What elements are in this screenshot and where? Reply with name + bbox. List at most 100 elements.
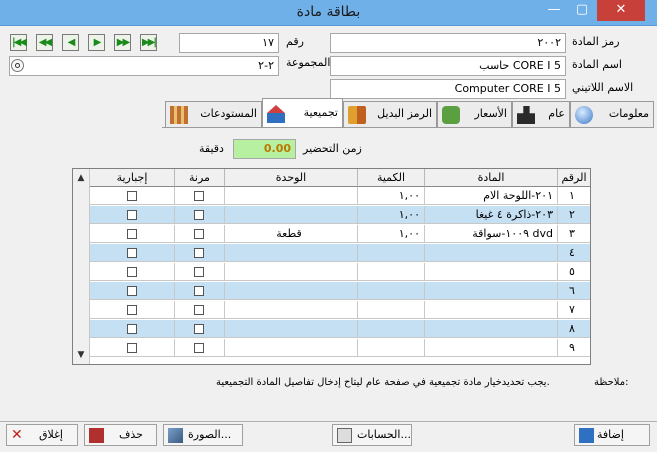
latin-name-field[interactable]: Computer CORE I 5 <box>330 79 566 99</box>
maximize-button[interactable]: ▢ <box>568 0 596 21</box>
flexible-cell[interactable] <box>175 225 225 243</box>
item-code-field[interactable]: ٢٠٠٢ <box>330 33 566 53</box>
checkbox[interactable] <box>126 229 137 239</box>
table-row[interactable]: ٨ <box>90 320 590 338</box>
mandatory-cell[interactable] <box>90 187 175 205</box>
col-header-unit[interactable]: الوحدة <box>225 169 358 187</box>
accounts-button[interactable]: الحسابات... <box>332 424 412 446</box>
flexible-cell[interactable] <box>175 187 225 205</box>
col-header-qty[interactable]: الكمية <box>358 169 425 187</box>
grid-scrollbar[interactable]: ▲ ▼ <box>73 169 90 364</box>
add-button[interactable]: إضافة <box>574 424 650 446</box>
item-cell[interactable] <box>425 282 558 300</box>
qty-cell[interactable]: ١,٠٠ <box>358 225 425 243</box>
checkbox[interactable] <box>194 305 204 315</box>
unit-cell[interactable] <box>225 339 358 357</box>
table-row[interactable]: ٤ <box>90 244 590 262</box>
row-number-cell[interactable]: ٥ <box>558 263 590 281</box>
nav-first-button[interactable]: |◀◀ <box>10 34 27 51</box>
tab-prices[interactable]: الأسعار <box>437 101 512 127</box>
checkbox[interactable] <box>194 229 204 239</box>
mandatory-cell[interactable] <box>90 263 175 281</box>
qty-cell[interactable]: ١,٠٠ <box>358 187 425 205</box>
checkbox[interactable] <box>194 191 204 201</box>
row-number-cell[interactable]: ٤ <box>558 244 590 262</box>
item-cell[interactable] <box>425 263 558 281</box>
checkbox[interactable] <box>126 248 137 258</box>
checkbox[interactable] <box>194 267 204 277</box>
item-cell[interactable] <box>425 244 558 262</box>
group-field[interactable]: ٢-٢ <box>9 56 279 76</box>
checkbox[interactable] <box>126 286 137 296</box>
close-button[interactable]: ✕ <box>597 0 645 21</box>
checkbox[interactable] <box>126 305 137 315</box>
checkbox[interactable] <box>126 324 137 334</box>
mandatory-cell[interactable] <box>90 320 175 338</box>
checkbox[interactable] <box>126 267 137 277</box>
tab-assembly[interactable]: تجميعية <box>262 98 343 128</box>
mandatory-cell[interactable] <box>90 225 175 243</box>
table-row[interactable]: ٦ <box>90 282 590 300</box>
qty-cell[interactable] <box>358 263 425 281</box>
flexible-cell[interactable] <box>175 206 225 224</box>
table-row[interactable]: ٩ <box>90 339 590 357</box>
col-header-flexible[interactable]: مرنة <box>175 169 225 187</box>
col-header-mandatory[interactable]: إجبارية <box>90 169 175 187</box>
nav-last-button[interactable]: ▶▶| <box>140 34 157 51</box>
minimize-button[interactable]: — <box>540 0 568 21</box>
flexible-cell[interactable] <box>175 320 225 338</box>
tab-warehouses[interactable]: المستودعات <box>165 101 262 127</box>
table-row[interactable]: ١,٠٠ ٢٠١-اللوحة الام ١ <box>90 187 590 205</box>
unit-cell[interactable]: قطعة <box>225 225 358 243</box>
flexible-cell[interactable] <box>175 263 225 281</box>
mandatory-cell[interactable] <box>90 206 175 224</box>
row-number-cell[interactable]: ٧ <box>558 301 590 319</box>
unit-cell[interactable] <box>225 187 358 205</box>
checkbox[interactable] <box>126 191 137 201</box>
qty-cell[interactable] <box>358 320 425 338</box>
close-form-button[interactable]: ✕ إغلاق <box>6 424 78 446</box>
nav-next-button[interactable]: ▶ <box>88 34 105 51</box>
row-number-cell[interactable]: ٩ <box>558 339 590 357</box>
prep-time-field[interactable]: 0.00 <box>233 139 296 159</box>
checkbox[interactable] <box>194 248 204 258</box>
unit-cell[interactable] <box>225 301 358 319</box>
nav-prev-button[interactable]: ◀ <box>62 34 79 51</box>
mandatory-cell[interactable] <box>90 301 175 319</box>
tab-alt-code[interactable]: الرمز البديل <box>343 101 437 127</box>
checkbox[interactable] <box>194 210 204 220</box>
table-row[interactable]: قطعة ١,٠٠ ١٠٠٩-سواقة dvd ٣ <box>90 225 590 243</box>
row-number-cell[interactable]: ٨ <box>558 320 590 338</box>
unit-cell[interactable] <box>225 320 358 338</box>
checkbox[interactable] <box>194 343 204 353</box>
item-cell[interactable] <box>425 320 558 338</box>
col-header-item[interactable]: المادة <box>425 169 558 187</box>
tab-info[interactable]: معلومات <box>570 101 654 127</box>
item-cell[interactable]: ٢٠١-اللوحة الام <box>425 187 558 205</box>
row-number-cell[interactable]: ١ <box>558 187 590 205</box>
nav-prev-page-button[interactable]: ◀◀ <box>36 34 53 51</box>
mandatory-cell[interactable] <box>90 339 175 357</box>
unit-cell[interactable] <box>225 282 358 300</box>
flexible-cell[interactable] <box>175 244 225 262</box>
item-name-field[interactable]: حاسب CORE I 5 <box>330 56 566 76</box>
scroll-up-icon[interactable]: ▲ <box>73 170 89 186</box>
row-number-cell[interactable]: ٢ <box>558 206 590 224</box>
qty-cell[interactable]: ١,٠٠ <box>358 206 425 224</box>
item-cell[interactable]: ١٠٠٩-سواقة dvd <box>425 225 558 243</box>
item-cell[interactable] <box>425 301 558 319</box>
flexible-cell[interactable] <box>175 339 225 357</box>
delete-button[interactable]: حذف <box>84 424 157 446</box>
tab-general[interactable]: عام <box>512 101 570 127</box>
item-cell[interactable] <box>425 339 558 357</box>
checkbox[interactable] <box>194 324 204 334</box>
checkbox[interactable] <box>126 210 137 220</box>
qty-cell[interactable] <box>358 339 425 357</box>
row-number-cell[interactable]: ٣ <box>558 225 590 243</box>
qty-cell[interactable] <box>358 244 425 262</box>
mandatory-cell[interactable] <box>90 282 175 300</box>
unit-cell[interactable] <box>225 263 358 281</box>
qty-cell[interactable] <box>358 301 425 319</box>
item-cell[interactable]: ٢٠٣-ذاكرة ٤ غيغا <box>425 206 558 224</box>
search-icon[interactable] <box>11 59 24 72</box>
